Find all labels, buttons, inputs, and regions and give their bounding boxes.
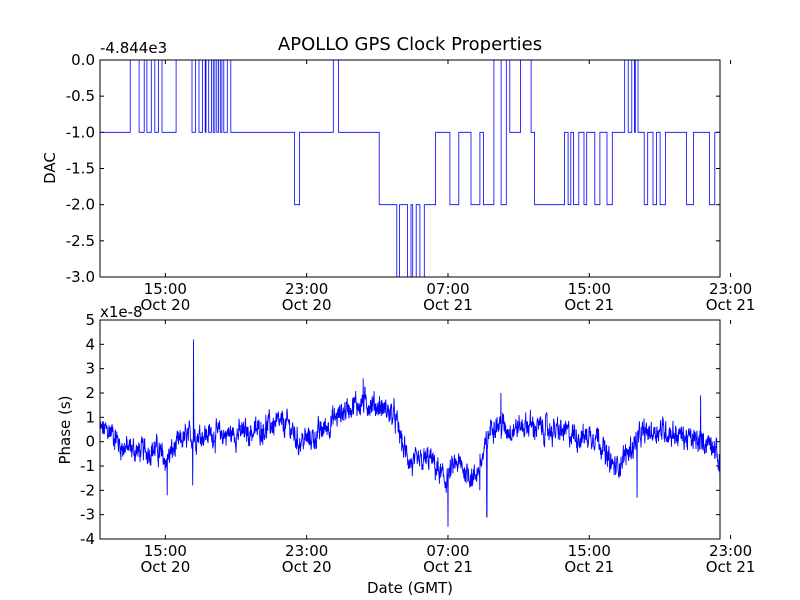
figure: APOLLO GPS Clock Properties -3.0 -2.5 -2.0… (41, 34, 755, 597)
dac-xtick-date-label: Oct 20 (282, 296, 332, 314)
dac-plot: -3.0-2.5-2.0-1.5-1.0-0.50.015:00Oct 2023… (41, 39, 755, 314)
x-axis-label: Date (GMT) (367, 579, 453, 597)
dac-ytick-label: -1.0 (66, 123, 95, 141)
dac-line (100, 60, 720, 277)
phase-line (100, 339, 720, 527)
phase-ytick-label: 2 (85, 384, 95, 402)
dac-ytick-label: 0.0 (71, 51, 95, 69)
phase-offset-label: x1e-8 (100, 303, 143, 321)
phase-ytick-label: -1 (80, 457, 95, 475)
dac-offset-label: -4.844e3 (100, 39, 167, 57)
phase-y-axis-label: Phase (s) (56, 395, 74, 464)
phase-xtick-date-label: Oct 21 (706, 558, 756, 576)
dac-series-line (100, 60, 720, 277)
phase-ytick-label: 3 (85, 360, 95, 378)
phase-ytick-label: 0 (85, 433, 95, 451)
dac-ytick-label: -1.5 (66, 160, 95, 178)
phase-series-line (100, 339, 720, 527)
dac-ytick-label: -2.0 (66, 196, 95, 214)
phase-ytick-label: -2 (80, 481, 95, 499)
phase-ytick-label: 4 (85, 335, 95, 353)
phase-ytick-label: 1 (85, 408, 95, 426)
dac-xtick-date-label: Oct 20 (140, 296, 190, 314)
dac-plot-frame (99, 59, 721, 278)
phase-xtick-date-label: Oct 21 (423, 558, 473, 576)
chart-title: APOLLO GPS Clock Properties (278, 34, 542, 55)
dac-xtick-date-label: Oct 21 (423, 296, 473, 314)
dac-ytick-label: -3.0 (66, 268, 95, 286)
phase-xtick-date-label: Oct 20 (140, 558, 190, 576)
dac-xtick-date-label: Oct 21 (564, 296, 614, 314)
phase-axis-ticks: -4-3-2-101234515:00Oct 2023:00Oct 2007:0… (80, 311, 755, 576)
dac-ytick-label: -0.5 (66, 87, 95, 105)
phase-xtick-date-label: Oct 21 (564, 558, 614, 576)
phase-ytick-label: 5 (85, 311, 95, 329)
dac-y-axis-label: DAC (41, 152, 59, 184)
phase-xtick-date-label: Oct 20 (282, 558, 332, 576)
phase-ytick-label: -4 (80, 530, 95, 548)
dac-xtick-date-label: Oct 21 (706, 296, 756, 314)
phase-ytick-label: -3 (80, 506, 95, 524)
dac-ytick-label: -2.5 (66, 232, 95, 250)
phase-plot: -4-3-2-101234515:00Oct 2023:00Oct 2007:0… (56, 303, 755, 597)
